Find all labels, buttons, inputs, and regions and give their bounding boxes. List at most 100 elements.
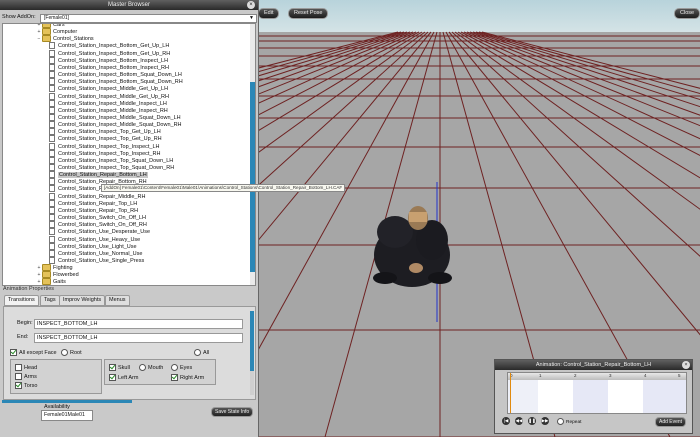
tree-item[interactable]: Control_Station_Inspect_Top_Get_Up_RH	[49, 135, 162, 143]
tab-tags[interactable]: Tags	[40, 295, 60, 306]
part-arms[interactable]: Arms	[15, 373, 37, 380]
part-eyes[interactable]: Eyes	[171, 364, 192, 371]
tree-item[interactable]: Control_Station_Repair_Top_RH	[49, 206, 138, 214]
begin-label: Begin:	[17, 320, 33, 326]
tree-folder[interactable]: − Control_Stations	[36, 35, 94, 43]
horizontal-scrollbar[interactable]	[2, 400, 132, 403]
rewind-button[interactable]: |◀	[502, 417, 510, 425]
end-field[interactable]: INSPECT_BOTTOM_LH	[34, 333, 243, 343]
close-icon[interactable]: ×	[247, 1, 255, 9]
pause-button[interactable]: ❚❚	[528, 417, 536, 425]
tree-item[interactable]: Control_Station_Switch_On_Off_RH	[49, 221, 147, 229]
step-forward-button[interactable]: ▶▶	[541, 417, 549, 425]
playhead[interactable]	[510, 373, 511, 413]
add-event-button[interactable]: Add Event	[655, 417, 687, 427]
part-left-arm[interactable]: Left Arm	[109, 374, 138, 381]
tree-item[interactable]: Control_Station_Inspect_Bottom_Inspect_R…	[49, 63, 169, 71]
part-head[interactable]: Head	[15, 364, 37, 371]
part-torso[interactable]: Torso	[15, 382, 37, 389]
tree-item-label: Control_Station_Inspect_Bottom_Squat_Dow…	[58, 72, 182, 78]
tree-item[interactable]: Control_Station_Inspect_Bottom_Squat_Dow…	[49, 71, 182, 79]
tab-menus[interactable]: Menus	[105, 295, 130, 306]
tree-folder[interactable]: + Gaits	[36, 278, 66, 285]
tree-item[interactable]: Control_Station_Use_Heavy_Use	[49, 235, 141, 243]
tree-item[interactable]: Control_Station_Inspect_Middle_Inspect_R…	[49, 106, 168, 114]
animation-tree[interactable]: + Cars + Computer − Control_Stations Control_S…	[2, 23, 256, 286]
tree-item[interactable]: Control_Station_Inspect_Bottom_Get_Up_RH	[49, 49, 170, 57]
tree-item[interactable]: Control_Station_Inspect_Middle_Squat_Dow…	[49, 113, 181, 121]
tree-folder[interactable]: + Computer	[36, 28, 77, 36]
mask-root[interactable]: Root	[61, 349, 82, 356]
part-right-arm-label: Right Arm	[180, 374, 205, 381]
props-scrollbar[interactable]	[250, 311, 254, 395]
tree-item-label: Control_Station_Use_Heavy_Use	[58, 236, 141, 243]
file-icon	[49, 256, 55, 264]
availability-field[interactable]: Female01Male01	[41, 410, 93, 421]
tree-item[interactable]: Control_Station_Inspect_Middle_Get_Up_LH	[49, 85, 168, 93]
mask-all-except-face[interactable]: All except Face	[10, 349, 57, 356]
file-icon	[49, 192, 55, 200]
tree-item-label: Control_Station_Repair_Bottom_LH	[58, 172, 148, 179]
path-tooltip: [AddOn] Female01\Content\Female01\Male01…	[101, 184, 346, 192]
close-icon[interactable]: ×	[682, 361, 690, 369]
mask-all[interactable]: All	[194, 349, 209, 356]
reset-pose-button[interactable]: Reset Pose	[288, 8, 329, 19]
tree-item-label: Control_Station_Use_Light_Use	[58, 243, 137, 250]
tree-item-label: Control_Station_Inspect_Top_Squat_Down_L…	[58, 157, 174, 164]
check-icon	[109, 374, 116, 381]
begin-field[interactable]: INSPECT_BOTTOM_LH	[34, 319, 243, 329]
repeat-option[interactable]: Repeat	[557, 418, 581, 425]
tree-item[interactable]: Control_Station_Inspect_Top_Inspect_RH	[49, 149, 160, 157]
tree-item[interactable]: Control_Station_Inspect_Middle_Squat_Dow…	[49, 121, 182, 129]
timeline-titlebar[interactable]: Animation: Control_Station_Repair_Bottom…	[495, 360, 692, 370]
save-state-info-button[interactable]: Save State Info	[211, 407, 254, 417]
tab-transitions[interactable]: Transitions	[4, 295, 39, 306]
tree-scrollbar[interactable]	[250, 24, 255, 285]
part-eyes-label: Eyes	[180, 364, 193, 371]
tree-item[interactable]: Control_Station_Use_Single_Press	[49, 256, 144, 264]
tree-item[interactable]: Control_Station_Inspect_Bottom_Inspect_L…	[49, 56, 169, 64]
part-mouth[interactable]: Mouth	[139, 364, 163, 371]
tree-item[interactable]: Control_Station_Inspect_Top_Squat_Down_R…	[49, 164, 174, 171]
tree-item[interactable]: Control_Station_Repair_Top_LH	[49, 199, 137, 207]
part-skull-label: Skull	[118, 364, 130, 371]
tree-item[interactable]: Control_Station_Inspect_Middle_Inspect_L…	[49, 99, 167, 107]
show-addon-select[interactable]: [Female01] ▼	[40, 14, 257, 23]
edit-button[interactable]: Edit	[258, 8, 280, 19]
tree-item[interactable]: Control_Station_Inspect_Top_Inspect_LH	[49, 142, 160, 150]
file-icon	[49, 242, 55, 250]
tree-scrollbar-thumb[interactable]	[250, 82, 255, 272]
file-icon	[49, 92, 55, 100]
tree-item-label: Control_Station_Inspect_Bottom_Inspect_R…	[58, 64, 169, 71]
animation-timeline-window: Animation: Control_Station_Repair_Bottom…	[494, 359, 693, 434]
props-scrollbar-thumb[interactable]	[250, 311, 254, 371]
tree-item[interactable]: Control_Station_Repair_Middle_RH	[49, 192, 145, 200]
tree-item[interactable]: Control_Station_Use_Normal_Use	[49, 249, 143, 257]
tree-item[interactable]: Control_Station_Switch_On_Off_LH	[49, 214, 146, 222]
tree-item[interactable]: Control_Station_Use_Desperate_Use	[49, 228, 150, 236]
tree-item[interactable]: Control_Station_Inspect_Top_Get_Up_LH	[49, 128, 161, 136]
tree-item[interactable]: Control_Station_Inspect_Bottom_Get_Up_LH	[49, 42, 169, 50]
part-right-arm[interactable]: Right Arm	[171, 374, 204, 381]
tree-item[interactable]: Control_Station_Inspect_Middle_Get_Up_RH	[49, 92, 169, 100]
timeline-ruler: 0 1 2 3 4 5	[508, 373, 686, 380]
radio-icon	[139, 364, 146, 371]
check-icon	[10, 349, 17, 356]
tree-item[interactable]: Control_Station_Repair_Bottom_LH	[49, 171, 148, 179]
tab-improv-weights[interactable]: Improv Weights	[59, 295, 106, 306]
tree-item[interactable]: Control_Station_Inspect_Top_Squat_Down_L…	[49, 156, 174, 164]
master-browser-window: Master Browser × Show AddOn: [Female01] …	[0, 0, 346, 437]
animation-properties-label: Animation Properties	[3, 286, 55, 292]
tree-folder[interactable]: + Fighting	[36, 264, 73, 272]
close-viewport-button[interactable]: Close	[674, 8, 700, 19]
part-skull[interactable]: Skull	[109, 364, 130, 371]
master-browser-titlebar[interactable]: Master Browser	[0, 0, 258, 10]
tree-item[interactable]: Control_Station_Use_Light_Use	[49, 242, 137, 250]
step-back-button[interactable]: ◀◀	[515, 417, 523, 425]
tree-item-label: Control_Station_Use_Normal_Use	[58, 250, 143, 257]
tree-folder[interactable]: + Flowerbed	[36, 271, 79, 279]
timeline-track[interactable]: 0 1 2 3 4 5	[507, 372, 687, 414]
tree-item-label: Control_Station_Inspect_Bottom_Inspect_L…	[58, 57, 169, 64]
radio-icon	[194, 349, 201, 356]
tree-item[interactable]: Control_Station_Inspect_Bottom_Squat_Dow…	[49, 78, 183, 86]
